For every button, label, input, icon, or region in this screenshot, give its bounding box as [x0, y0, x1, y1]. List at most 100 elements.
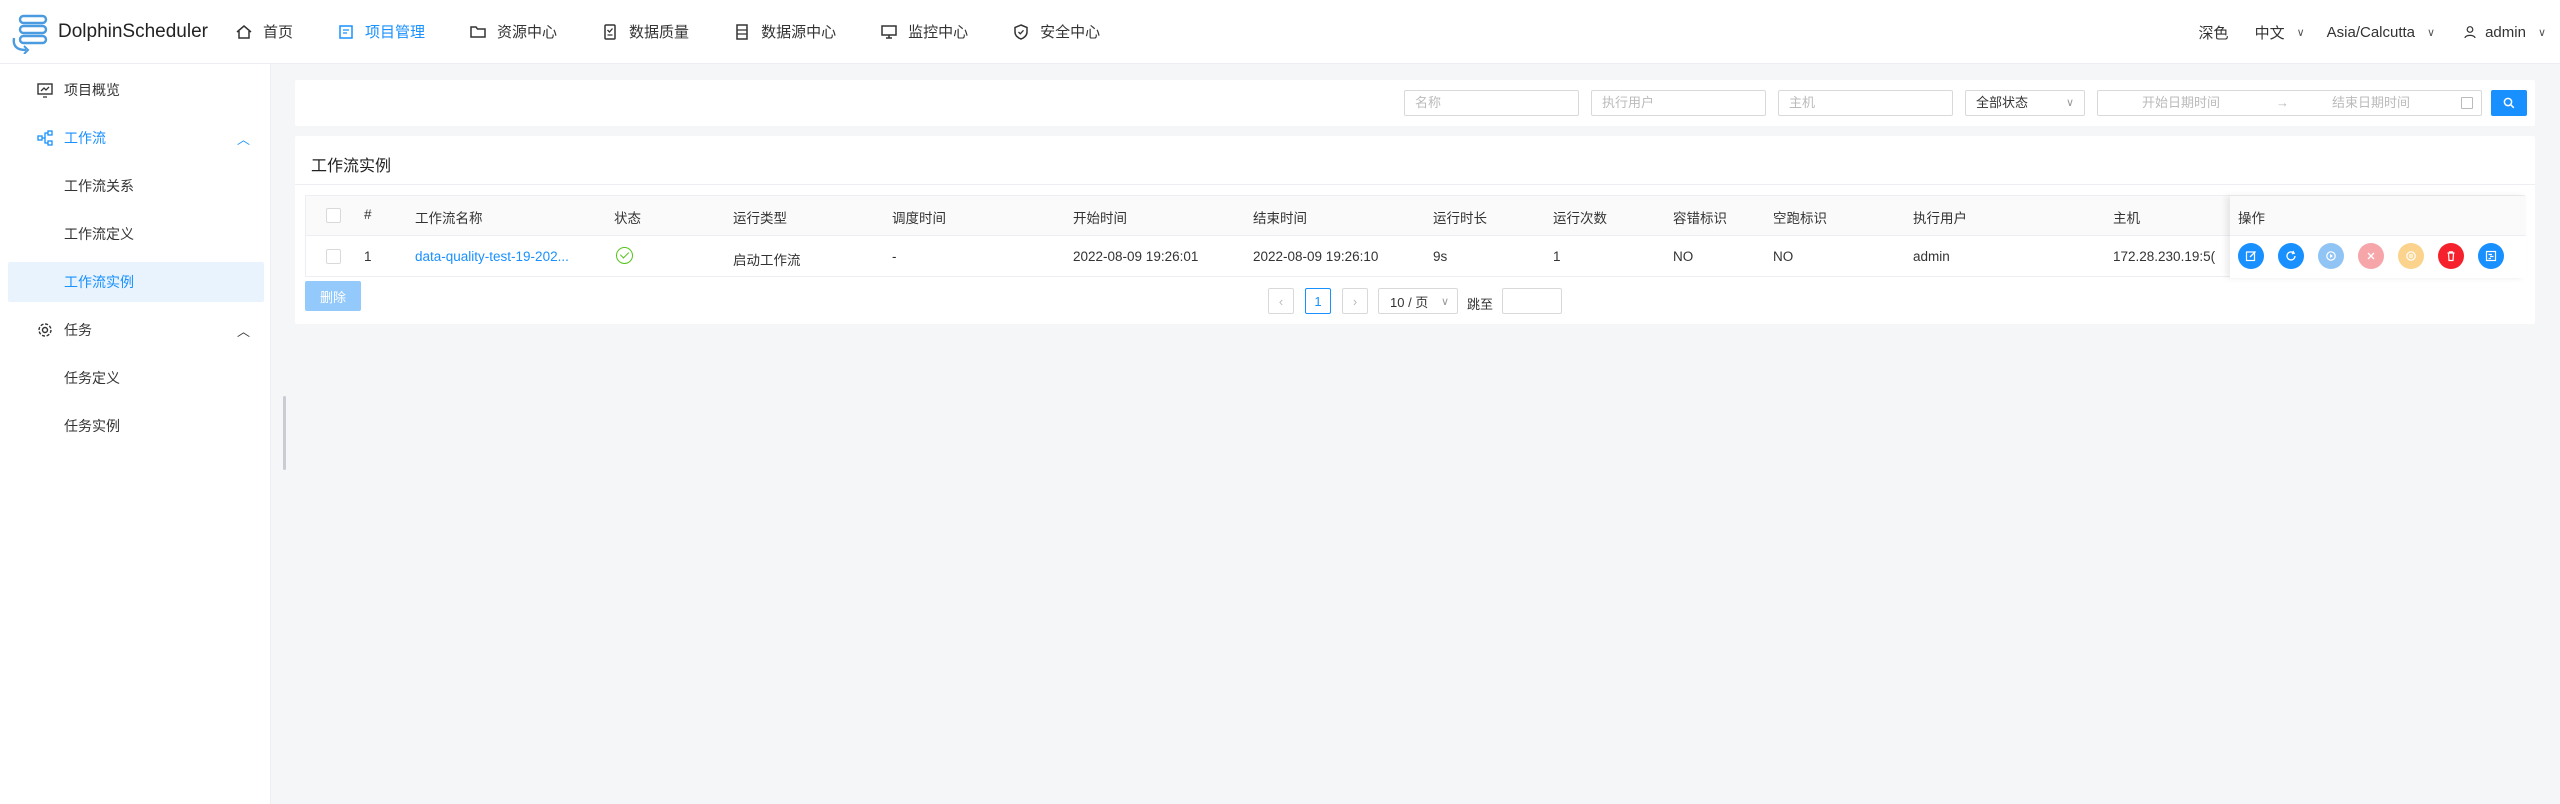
home-icon [236, 24, 252, 39]
nav-label: 安全中心 [1040, 24, 1101, 41]
batch-delete-button[interactable]: 删除 [305, 281, 361, 311]
gantt-button[interactable] [2478, 243, 2504, 269]
prev-page-button[interactable]: ‹ [1268, 288, 1294, 314]
col-name: 工作流名称 [415, 211, 483, 226]
host-search-input[interactable]: 主机 [1778, 90, 1953, 116]
page-size-value: 10 / 页 [1390, 294, 1429, 310]
main-nav: 首页 项目管理 资源中心 数据质量 数据源中心 监控中心 安全中心 [235, 0, 1144, 64]
col-end-time: 结束时间 [1253, 211, 1307, 226]
chevron-right-icon: › [1352, 293, 1358, 309]
col-start-time: 开始时间 [1073, 211, 1127, 226]
cell-start-time: 2022-08-09 19:26:01 [1073, 249, 1199, 264]
nav-datasource[interactable]: 数据源中心 [733, 0, 836, 64]
trash-icon [2447, 251, 2455, 262]
recover-failed-button[interactable] [2318, 243, 2344, 269]
sidebar: 项目概览 工作流 ︿ 工作流关系 工作流定义 工作流实例 任务 ︿ 任务定义 任… [0, 64, 271, 804]
nav-monitor[interactable]: 监控中心 [880, 0, 968, 64]
page-1-button[interactable]: 1 [1305, 288, 1331, 314]
page-size-select[interactable]: 10 / 页 ∨ [1378, 288, 1458, 314]
delete-row-button[interactable] [2438, 243, 2464, 269]
nav-label: 数据质量 [629, 24, 690, 41]
chevron-up-icon: ︿ [236, 323, 250, 339]
sidebar-item-workflow-relation[interactable]: 工作流关系 [8, 166, 264, 206]
datasource-icon [736, 23, 748, 40]
col-run-type: 运行类型 [733, 211, 787, 226]
col-fault-tolerant: 容错标识 [1673, 211, 1727, 226]
col-schedule-time: 调度时间 [892, 211, 946, 226]
cell-schedule-time: - [892, 249, 897, 264]
user-name: admin [2485, 23, 2526, 41]
jump-label: 跳至 [1467, 297, 1494, 312]
search-button[interactable] [2491, 90, 2527, 116]
workflow-instance-card: 工作流实例 # 工作流名称 状态 运行类型 调度时间 开始时间 结束时间 运行时… [295, 136, 2535, 324]
page-number: 1 [1314, 293, 1322, 309]
name-placeholder: 名称 [1415, 95, 1442, 110]
workflow-name-link[interactable]: data-quality-test-19-202... [415, 249, 569, 264]
host-placeholder: 主机 [1789, 95, 1816, 110]
stop-button[interactable] [2358, 243, 2384, 269]
folder-icon [470, 25, 486, 38]
name-search-input[interactable]: 名称 [1404, 90, 1579, 116]
col-duration: 运行时长 [1433, 211, 1487, 226]
timezone-dropdown[interactable]: Asia/Calcutta ∨ [2327, 24, 2435, 41]
status-select[interactable]: 全部状态 ∨ [1965, 90, 2085, 116]
sidebar-item-task-definition[interactable]: 任务定义 [8, 358, 264, 398]
cell-index: 1 [364, 249, 372, 264]
rerun-button[interactable] [2278, 243, 2304, 269]
col-host: 主机 [2113, 211, 2140, 226]
nav-home[interactable]: 首页 [235, 0, 293, 64]
cell-executor: admin [1913, 249, 1950, 264]
col-executor: 执行用户 [1913, 211, 1967, 226]
sidebar-group-task[interactable]: 任务 ︿ [8, 310, 264, 350]
sidebar-item-label: 工作流实例 [64, 274, 134, 290]
jump-page-input[interactable] [1502, 288, 1562, 314]
shield-icon [1014, 23, 1028, 40]
date-range-picker[interactable]: 开始日期时间 → 结束日期时间 [2097, 90, 2482, 116]
calendar-icon [2461, 97, 2473, 109]
nav-resource[interactable]: 资源中心 [469, 0, 557, 64]
col-status: 状态 [614, 211, 641, 226]
sidebar-item-overview[interactable]: 项目概览 [8, 70, 264, 110]
col-operation: 操作 [2238, 211, 2265, 226]
chevron-left-icon: ‹ [1278, 293, 1284, 309]
nav-data-quality[interactable]: 数据质量 [601, 0, 689, 64]
monitor-icon [881, 24, 897, 39]
sidebar-group-workflow[interactable]: 工作流 ︿ [8, 118, 264, 158]
sidebar-item-label: 工作流 [64, 130, 106, 146]
dolphin-logo-icon [10, 10, 56, 55]
language-dropdown[interactable]: 中文 ∨ [2255, 22, 2305, 43]
close-icon [2367, 252, 2375, 260]
col-index: # [364, 207, 372, 222]
user-dropdown[interactable]: admin ∨ [2463, 24, 2546, 41]
nav-project[interactable]: 项目管理 [337, 0, 425, 64]
next-page-button[interactable]: › [1342, 288, 1368, 314]
chevron-down-icon: ∨ [1440, 295, 1449, 308]
nav-security[interactable]: 安全中心 [1012, 0, 1100, 64]
operation-header-bg [2230, 196, 2526, 236]
logo[interactable]: DolphinScheduler [10, 10, 225, 55]
end-date-placeholder: 结束日期时间 [2332, 95, 2411, 110]
recover-icon [2326, 251, 2336, 261]
cell-duration: 9s [1433, 249, 1448, 264]
refresh-icon [2286, 250, 2296, 261]
theme-toggle[interactable]: 深色 [2199, 22, 2229, 43]
sidebar-item-label: 工作流关系 [64, 178, 134, 194]
pause-button[interactable] [2398, 243, 2424, 269]
batch-delete-label: 删除 [319, 289, 346, 305]
sidebar-item-workflow-instance[interactable]: 工作流实例 [8, 262, 264, 302]
sidebar-resize-handle[interactable] [283, 396, 286, 470]
theme-label: 深色 [2198, 24, 2229, 42]
sidebar-item-task-instance[interactable]: 任务实例 [8, 406, 264, 446]
cell-end-time: 2022-08-09 19:26:10 [1253, 249, 1379, 264]
cell-run-times: 1 [1553, 249, 1561, 264]
select-all-checkbox[interactable] [326, 208, 341, 223]
executor-search-input[interactable]: 执行用户 [1591, 90, 1766, 116]
top-header: DolphinScheduler 首页 项目管理 资源中心 数据质量 数据源中心… [0, 0, 2560, 64]
edit-button[interactable] [2238, 243, 2264, 269]
row-checkbox[interactable] [326, 249, 341, 264]
card-title: 工作流实例 [311, 158, 392, 175]
sidebar-item-label: 项目概览 [64, 82, 120, 98]
success-status-icon [616, 247, 633, 264]
cell-dry-run: NO [1773, 249, 1794, 264]
sidebar-item-workflow-definition[interactable]: 工作流定义 [8, 214, 264, 254]
